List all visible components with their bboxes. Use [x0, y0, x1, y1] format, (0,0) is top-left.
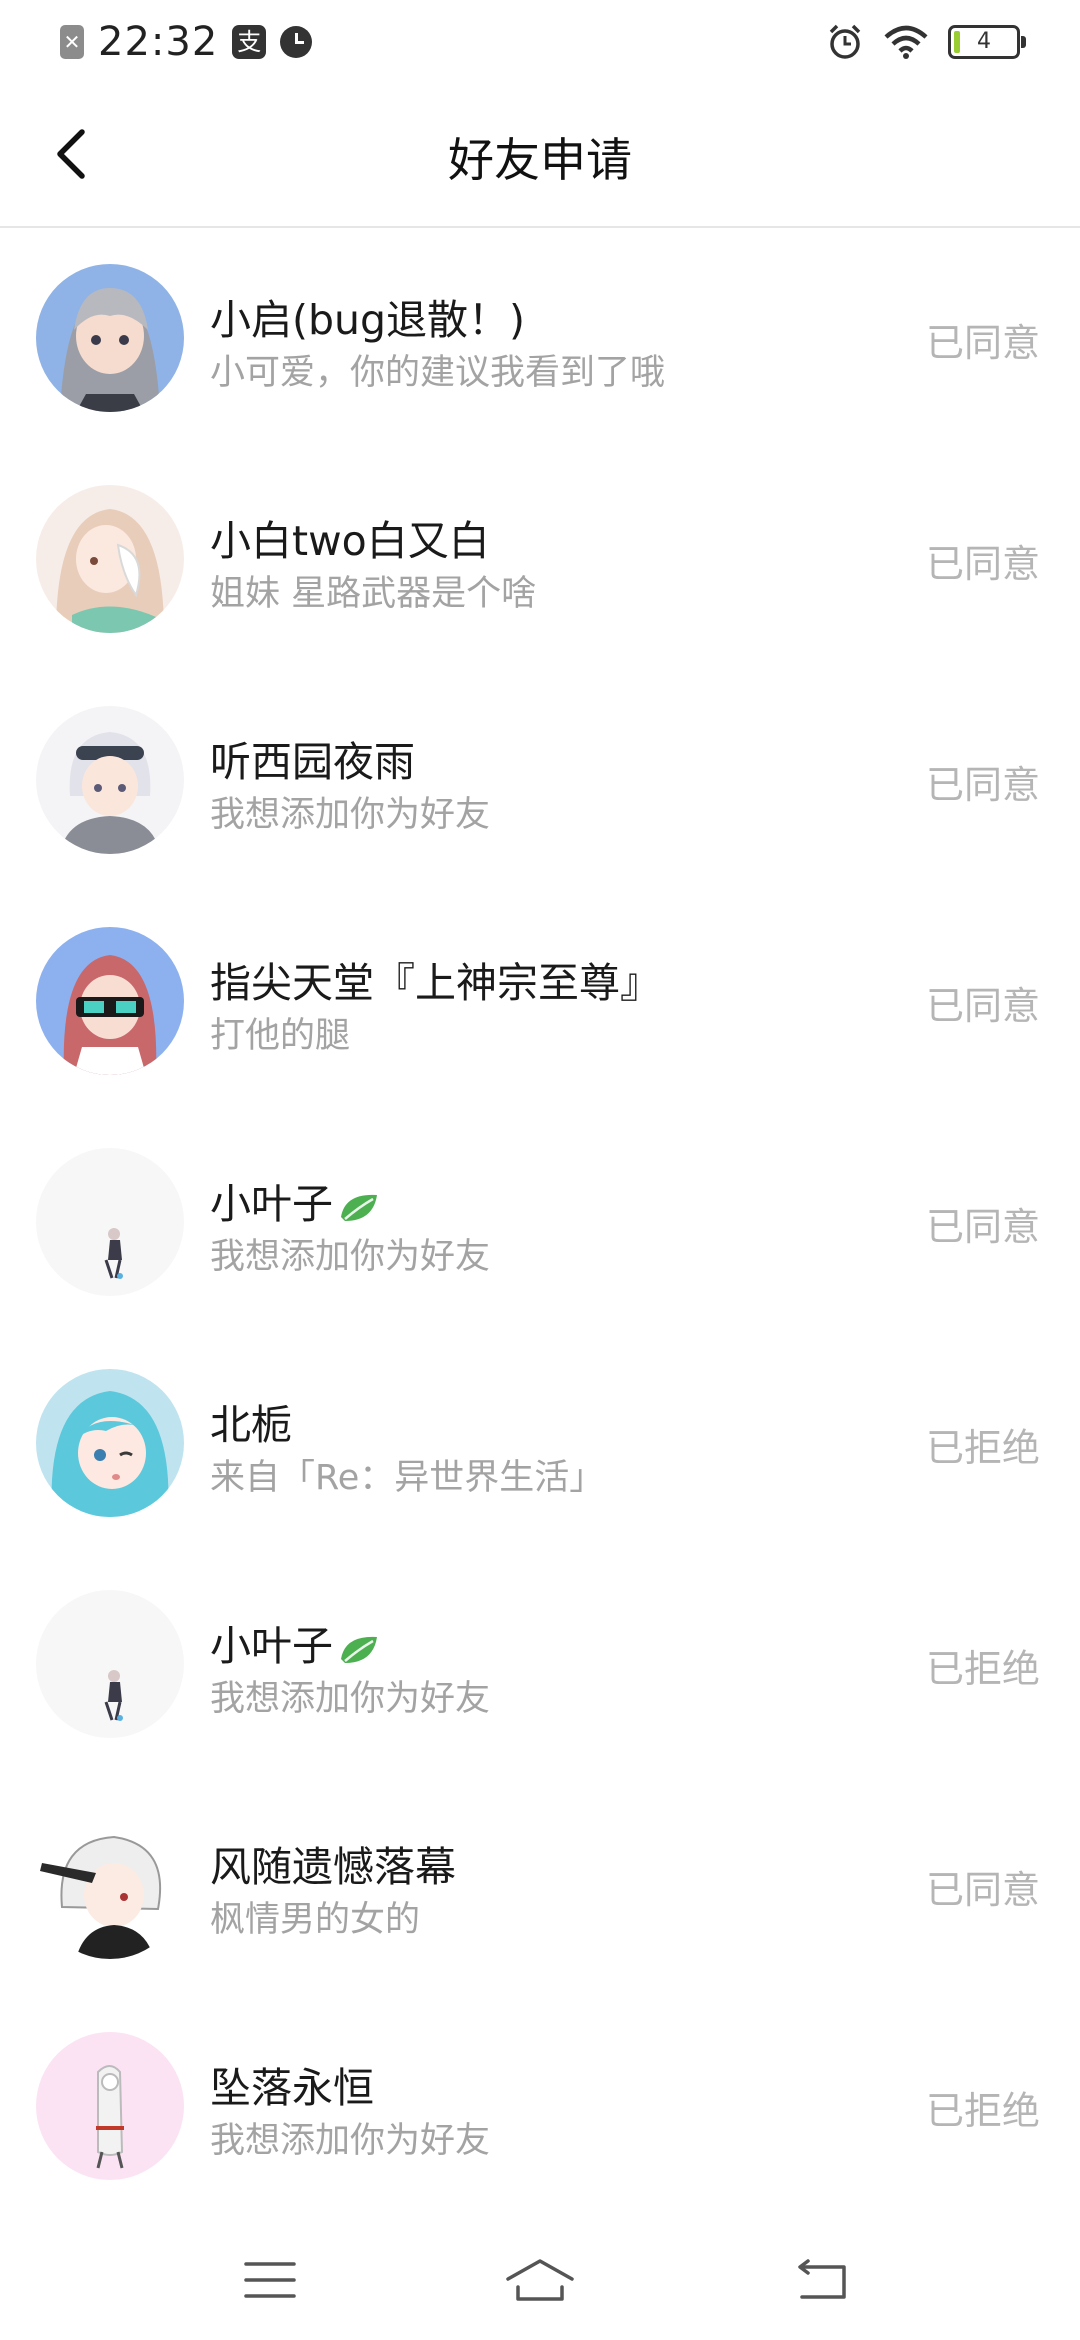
- avatar-image: [36, 927, 184, 1075]
- request-message: 小可爱，你的建议我看到了哦: [210, 353, 666, 393]
- avatar-image: [36, 1369, 184, 1517]
- requester-name: 听西园夜雨: [210, 738, 415, 786]
- requester-name: 小叶子: [210, 1612, 383, 1672]
- requester-name: 小启(bug退散！): [210, 296, 526, 344]
- requester-name-text: 小叶子: [210, 1180, 333, 1228]
- avatar[interactable]: [36, 485, 184, 633]
- request-status: 已同意: [925, 1868, 1040, 1912]
- friend-request-item[interactable]: 小叶子 我想添加你为好友 已同意: [0, 1114, 1080, 1335]
- friend-request-list: 小启(bug退散！) 小可爱，你的建议我看到了哦 已同意 小白two白又白 姐妹…: [0, 230, 1080, 2219]
- home-button[interactable]: [500, 2250, 580, 2310]
- request-status: 已拒绝: [925, 1647, 1040, 1691]
- request-message: 我想添加你为好友: [210, 2121, 491, 2161]
- avatar[interactable]: [36, 1811, 184, 1959]
- avatar-image: [36, 2032, 184, 2180]
- request-message: 枫情男的女的: [210, 1900, 421, 1940]
- page-title: 好友申请: [448, 133, 632, 187]
- avatar-image: [36, 1590, 184, 1738]
- friend-request-item[interactable]: 小启(bug退散！) 小可爱，你的建议我看到了哦 已同意: [0, 230, 1080, 451]
- request-message: 来自「Re：异世界生活」: [210, 1458, 605, 1498]
- back-icon: [798, 2259, 846, 2299]
- alarm-icon: [280, 26, 313, 58]
- friend-request-item[interactable]: 小叶子 我想添加你为好友 已拒绝: [0, 1556, 1080, 1777]
- request-message: 我想添加你为好友: [210, 1679, 491, 1719]
- friend-request-item[interactable]: 指尖天堂『上神宗至尊』 打他的腿 已同意: [0, 893, 1080, 1114]
- battery-level: 4: [977, 29, 991, 54]
- battery-fill: [954, 31, 960, 53]
- request-message: 打他的腿: [210, 1016, 351, 1056]
- friend-request-item[interactable]: 坠落永恒 我想添加你为好友 已拒绝: [0, 1998, 1080, 2219]
- avatar-image: [36, 706, 184, 854]
- request-status: 已同意: [925, 984, 1040, 1028]
- alarm-clock-icon: [829, 24, 861, 59]
- friend-request-item[interactable]: 北栀 来自「Re：异世界生活」 已拒绝: [0, 1335, 1080, 1556]
- alipay-icon: 支: [232, 25, 267, 59]
- request-message: 我想添加你为好友: [210, 1237, 491, 1277]
- avatar[interactable]: [36, 1148, 184, 1296]
- menu-icon: [244, 2262, 296, 2298]
- request-status: 已同意: [925, 763, 1040, 807]
- avatar-image: [36, 1811, 184, 1959]
- avatar-image: [36, 264, 184, 412]
- menu-button[interactable]: [230, 2250, 310, 2310]
- avatar[interactable]: [36, 1590, 184, 1738]
- request-status: 已同意: [925, 1205, 1040, 1249]
- leaf-icon: [341, 1636, 377, 1663]
- request-status: 已拒绝: [925, 2089, 1040, 2133]
- system-nav-bar: [0, 2210, 1080, 2340]
- status-bar-left: ✕ 22:32 支: [60, 19, 313, 65]
- wifi-icon: [884, 25, 928, 59]
- status-bar-right: 4: [826, 20, 1026, 64]
- request-status: 已同意: [925, 542, 1040, 586]
- battery-icon: 4: [948, 25, 1026, 59]
- request-status: 已同意: [925, 321, 1040, 365]
- avatar-image: [36, 485, 184, 633]
- requester-name: 北栀: [210, 1401, 292, 1449]
- requester-name: 小叶子: [210, 1170, 383, 1230]
- leaf-icon: [341, 1194, 377, 1221]
- request-message: 姐妹 星路武器是个啥: [210, 574, 537, 614]
- home-icon: [506, 2259, 574, 2301]
- request-message: 我想添加你为好友: [210, 795, 491, 835]
- requester-name: 指尖天堂『上神宗至尊』: [210, 959, 661, 1007]
- friend-request-item[interactable]: 听西园夜雨 我想添加你为好友 已同意: [0, 672, 1080, 893]
- avatar[interactable]: [36, 1369, 184, 1517]
- header: 好友申请: [0, 84, 1080, 228]
- requester-name-text: 小叶子: [210, 1622, 333, 1670]
- status-time: 22:32: [98, 19, 219, 65]
- avatar[interactable]: [36, 2032, 184, 2180]
- requester-name: 小白two白又白: [210, 517, 490, 565]
- friend-request-item[interactable]: 小白two白又白 姐妹 星路武器是个啥 已同意: [0, 451, 1080, 672]
- avatar[interactable]: [36, 706, 184, 854]
- avatar[interactable]: [36, 927, 184, 1075]
- back-nav-button[interactable]: [782, 2250, 862, 2310]
- request-status: 已拒绝: [925, 1426, 1040, 1470]
- avatar[interactable]: [36, 264, 184, 412]
- status-bar: ✕ 22:32 支 4: [0, 0, 1080, 84]
- requester-name: 坠落永恒: [210, 2064, 374, 2112]
- requester-name: 风随遗憾落幕: [210, 1843, 456, 1891]
- friend-request-item[interactable]: 风随遗憾落幕 枫情男的女的 已同意: [0, 1777, 1080, 1998]
- notification-x-icon: ✕: [60, 25, 84, 59]
- avatar-image: [36, 1148, 184, 1296]
